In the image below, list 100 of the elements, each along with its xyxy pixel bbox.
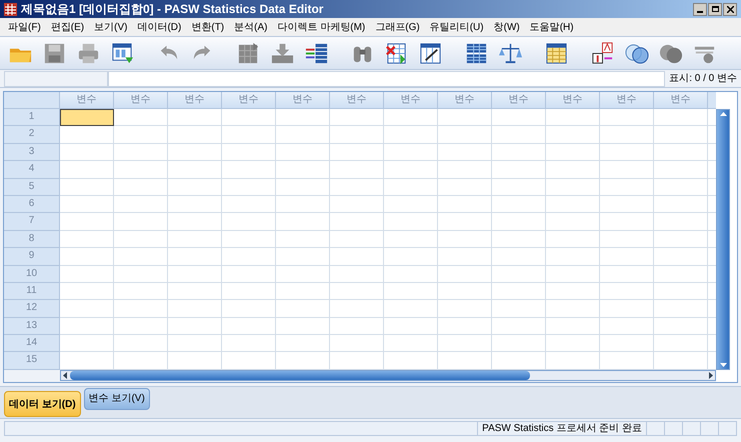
- data-cell[interactable]: [276, 266, 330, 283]
- data-cell[interactable]: [546, 300, 600, 318]
- data-cell[interactable]: [600, 282, 654, 300]
- data-cell[interactable]: [276, 335, 330, 352]
- insert-column-icon[interactable]: [418, 40, 443, 66]
- column-header[interactable]: 변수: [654, 92, 708, 109]
- data-cell[interactable]: [600, 335, 654, 352]
- data-cell[interactable]: [492, 196, 546, 214]
- data-cell[interactable]: [114, 178, 168, 196]
- data-cell[interactable]: [492, 109, 546, 126]
- minimize-button[interactable]: [693, 2, 707, 16]
- data-cell[interactable]: [600, 300, 654, 318]
- data-cell[interactable]: [222, 109, 276, 126]
- data-cell[interactable]: [114, 126, 168, 144]
- data-cell[interactable]: [330, 300, 384, 318]
- data-cell[interactable]: [222, 318, 276, 336]
- data-cell[interactable]: [330, 196, 384, 214]
- row-header[interactable]: 13: [4, 318, 60, 336]
- data-cell[interactable]: [654, 335, 708, 352]
- menu-item[interactable]: 창(W): [490, 20, 524, 34]
- restore-button[interactable]: [708, 2, 722, 16]
- data-cell[interactable]: [114, 109, 168, 126]
- data-cell[interactable]: [222, 300, 276, 318]
- data-cell[interactable]: [276, 282, 330, 300]
- data-cell[interactable]: [438, 300, 492, 318]
- row-header[interactable]: 10: [4, 266, 60, 283]
- corner-cell[interactable]: [4, 92, 60, 109]
- data-cell[interactable]: [438, 248, 492, 266]
- data-cell[interactable]: [600, 318, 654, 336]
- data-cell[interactable]: [546, 178, 600, 196]
- data-cell[interactable]: [438, 126, 492, 144]
- data-cell[interactable]: [600, 248, 654, 266]
- data-cell[interactable]: [60, 144, 114, 162]
- data-cell[interactable]: [438, 282, 492, 300]
- data-cell[interactable]: [546, 266, 600, 283]
- data-cell[interactable]: [492, 318, 546, 336]
- data-cell[interactable]: [654, 318, 708, 336]
- row-header[interactable]: 2: [4, 126, 60, 144]
- row-header[interactable]: 8: [4, 230, 60, 248]
- menu-item[interactable]: 편집(E): [46, 20, 88, 34]
- data-cell[interactable]: [114, 300, 168, 318]
- data-cell[interactable]: [546, 230, 600, 248]
- menu-item[interactable]: 파일(F): [4, 20, 45, 34]
- data-cell[interactable]: [492, 144, 546, 162]
- data-cell[interactable]: [330, 126, 384, 144]
- dialog-icon[interactable]: [110, 40, 135, 66]
- data-cell[interactable]: [330, 213, 384, 231]
- column-header[interactable]: 변수: [600, 92, 654, 109]
- menu-item[interactable]: 분석(A): [230, 20, 272, 34]
- data-cell[interactable]: [546, 126, 600, 144]
- data-cell[interactable]: [654, 266, 708, 283]
- row-header[interactable]: 5: [4, 178, 60, 196]
- column-header[interactable]: 변수: [492, 92, 546, 109]
- menu-item[interactable]: 데이터(D): [133, 20, 186, 34]
- data-cell[interactable]: [438, 230, 492, 248]
- data-cell[interactable]: [60, 230, 114, 248]
- data-cell[interactable]: [546, 335, 600, 352]
- data-cell[interactable]: [276, 230, 330, 248]
- data-cell[interactable]: [384, 109, 438, 126]
- data-cell[interactable]: [168, 230, 222, 248]
- value-labels-icon[interactable]: [590, 40, 615, 66]
- data-cell[interactable]: [114, 213, 168, 231]
- table-icon[interactable]: [544, 40, 569, 66]
- data-cell[interactable]: [654, 248, 708, 266]
- data-cell[interactable]: [492, 300, 546, 318]
- menu-item[interactable]: 다이렉트 마케팅(M): [273, 20, 370, 34]
- data-cell[interactable]: [438, 196, 492, 214]
- scroll-up-icon[interactable]: [718, 110, 728, 119]
- data-cell[interactable]: [492, 335, 546, 352]
- data-cell[interactable]: [168, 161, 222, 179]
- data-cell[interactable]: [276, 352, 330, 370]
- data-cell[interactable]: [654, 126, 708, 144]
- data-cell[interactable]: [114, 230, 168, 248]
- data-cell[interactable]: [60, 282, 114, 300]
- data-cell[interactable]: [114, 266, 168, 283]
- column-header[interactable]: 변수: [168, 92, 222, 109]
- data-cell[interactable]: [168, 144, 222, 162]
- data-cell[interactable]: [438, 144, 492, 162]
- view-tab[interactable]: 변수 보기(V): [84, 388, 150, 410]
- scroll-right-icon[interactable]: [706, 371, 715, 380]
- data-cell[interactable]: [114, 161, 168, 179]
- active-cell[interactable]: [60, 109, 114, 126]
- data-cell[interactable]: [600, 109, 654, 126]
- data-cell[interactable]: [276, 213, 330, 231]
- row-header[interactable]: 7: [4, 213, 60, 231]
- column-header[interactable]: 변수: [60, 92, 114, 109]
- data-cell[interactable]: [546, 282, 600, 300]
- data-cell[interactable]: [168, 196, 222, 214]
- column-header[interactable]: 변수: [276, 92, 330, 109]
- data-cell[interactable]: [546, 318, 600, 336]
- data-cell[interactable]: [654, 352, 708, 370]
- data-cell[interactable]: [168, 318, 222, 336]
- data-cell[interactable]: [438, 335, 492, 352]
- data-cell[interactable]: [600, 196, 654, 214]
- data-cell[interactable]: [546, 352, 600, 370]
- data-cell[interactable]: [60, 248, 114, 266]
- row-header[interactable]: 11: [4, 282, 60, 300]
- data-cell[interactable]: [654, 144, 708, 162]
- data-cell[interactable]: [330, 352, 384, 370]
- data-cell[interactable]: [654, 178, 708, 196]
